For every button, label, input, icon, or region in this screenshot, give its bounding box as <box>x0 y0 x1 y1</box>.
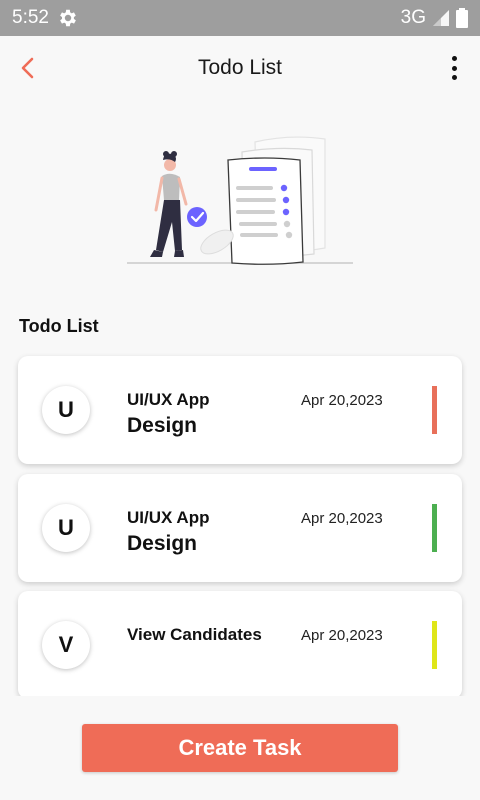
page-title: Todo List <box>197 56 283 79</box>
task-date: Apr 20,2023 <box>301 510 383 527</box>
status-bar: 5:52 3G <box>0 0 480 36</box>
app-bar: Todo List <box>0 36 480 100</box>
task-title: UI/UX App <box>127 508 210 527</box>
section-title: Todo List <box>19 316 99 336</box>
task-card[interactable]: V View Candidates Apr 20,2023 <box>18 591 462 696</box>
task-title: UI/UX App <box>127 390 210 409</box>
priority-indicator <box>432 504 437 552</box>
task-avatar: V <box>42 621 90 669</box>
status-time: 5:52 <box>12 7 49 28</box>
settings-gear-icon <box>57 7 79 29</box>
todo-illustration <box>120 130 360 270</box>
task-avatar: U <box>42 386 90 434</box>
back-arrow-icon[interactable] <box>14 54 42 82</box>
task-subtitle: Design <box>127 414 198 437</box>
priority-indicator <box>432 621 437 669</box>
create-task-button[interactable]: Create Task <box>82 724 398 772</box>
more-vert-icon[interactable] <box>450 56 458 80</box>
task-list[interactable]: U UI/UX App Design Apr 20,2023 U UI/UX A… <box>0 350 480 696</box>
priority-indicator <box>432 386 437 434</box>
task-card[interactable]: U UI/UX App Design Apr 20,2023 <box>18 474 462 582</box>
task-title: View Candidates <box>127 625 262 644</box>
battery-icon <box>456 8 468 28</box>
task-avatar: U <box>42 504 90 552</box>
task-card[interactable]: U UI/UX App Design Apr 20,2023 <box>18 356 462 464</box>
task-subtitle: Design <box>127 532 198 555</box>
network-type: 3G <box>400 7 426 28</box>
task-date: Apr 20,2023 <box>301 627 383 644</box>
signal-icon <box>432 9 450 27</box>
task-date: Apr 20,2023 <box>301 392 383 409</box>
